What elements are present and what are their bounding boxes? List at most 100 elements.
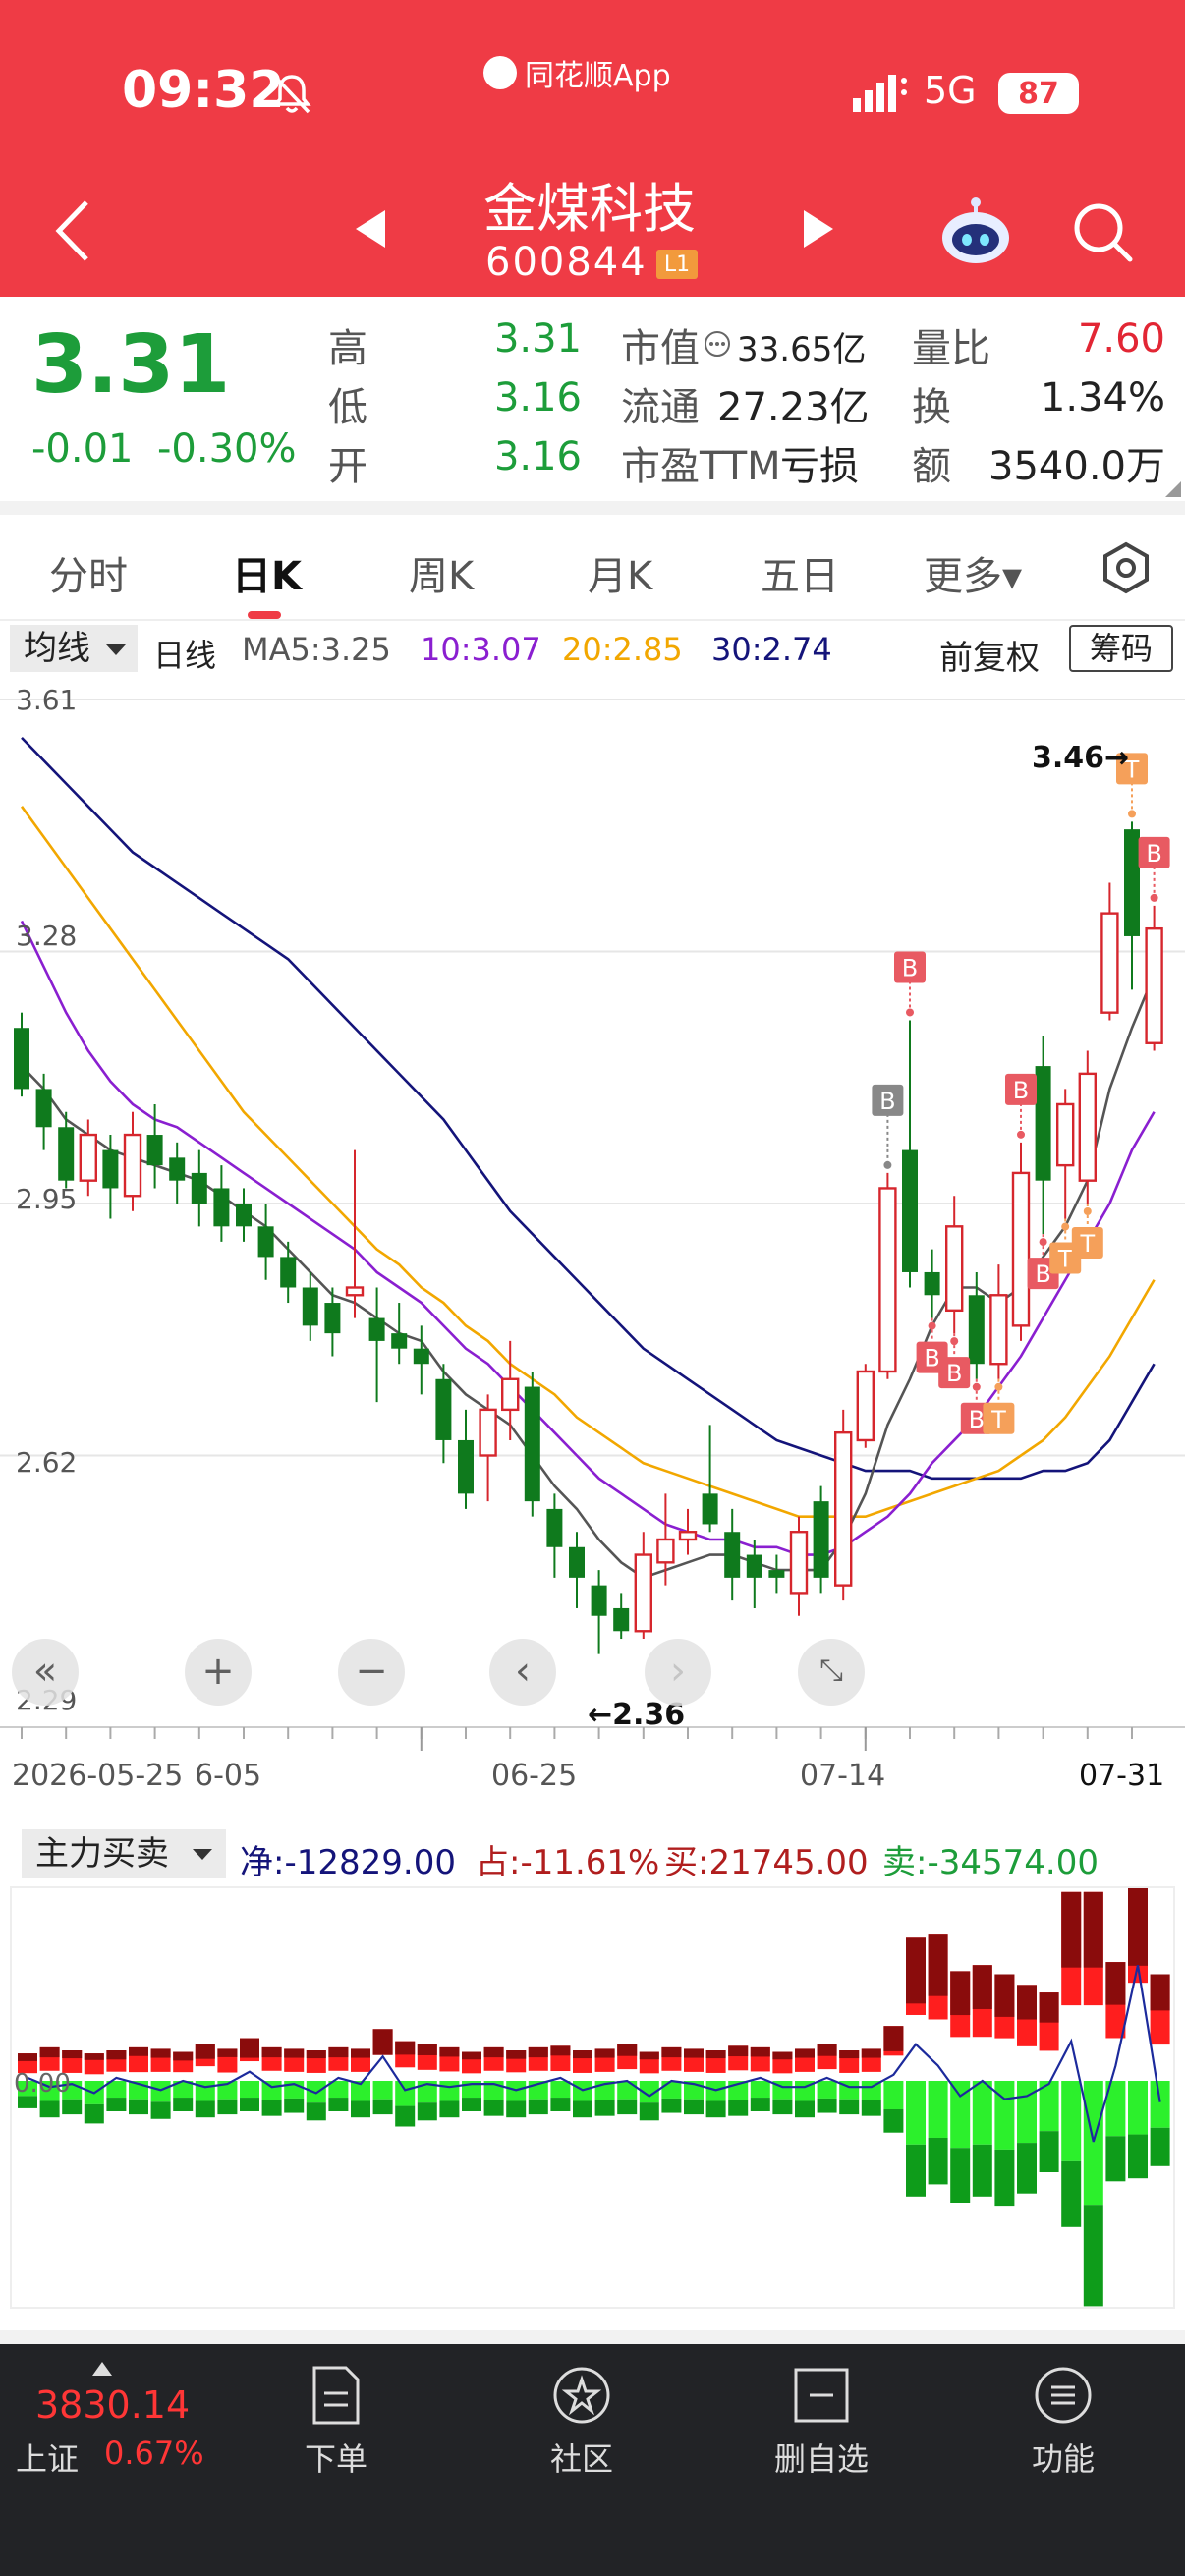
candle-body-down <box>924 1271 940 1296</box>
flow-sell-bar-dark <box>39 2100 60 2118</box>
prev-stock-icon[interactable] <box>350 204 393 253</box>
adjust-mode[interactable]: 前复权 <box>939 631 1040 679</box>
flow-sell-bar-dark <box>173 2098 194 2111</box>
flow-buy-bar-dark <box>883 2026 904 2051</box>
candle-body-down <box>902 1149 918 1272</box>
pe-value: 亏损 <box>780 444 859 489</box>
open-label: 开 <box>328 444 367 489</box>
fullscreen-button[interactable]: ⤡ <box>798 1639 865 1706</box>
flow-sell-bar <box>817 2081 837 2099</box>
flow-sell-bar-dark <box>261 2100 282 2116</box>
signal-dot <box>1017 1130 1025 1139</box>
candle-body-down <box>324 1303 341 1334</box>
last-price: 3.31 <box>31 318 231 412</box>
candle-body-up <box>634 1553 652 1633</box>
index-name: 上证 <box>16 2440 80 2478</box>
signal-dot <box>972 1382 981 1391</box>
candle-body-down <box>413 1348 429 1365</box>
flow-buy-bar-dark <box>62 2050 83 2059</box>
flow-buy-bar-dark <box>1105 1962 1126 2005</box>
flow-svg[interactable] <box>12 1868 1173 2307</box>
scroll-right-button[interactable]: › <box>645 1639 711 1706</box>
zoom-in-button[interactable]: + <box>185 1639 252 1706</box>
nav-functions[interactable]: 功能 <box>994 2364 1132 2480</box>
flow-sell-bar <box>1017 2081 1037 2144</box>
flow-sell-bar <box>150 2081 171 2102</box>
mktcap-value: 33.65亿 <box>737 330 867 369</box>
dropdown-caret-icon <box>193 1849 212 1860</box>
flow-sell-bar-dark <box>950 2148 971 2203</box>
nav-order[interactable]: 下单 <box>267 2364 405 2480</box>
top-bar: 09:32 同花顺App 5G 87 金煤科技 600844 L1 <box>0 0 1185 297</box>
signal-label: B <box>969 1406 985 1433</box>
period-tabs: 分时 日K 周K 月K 五日 更多▾ <box>0 517 1185 621</box>
remove-watchlist-icon <box>794 2368 849 2423</box>
flow-sell-bar-dark <box>240 2098 259 2111</box>
ma30-line <box>21 736 1156 1481</box>
flow-sell-bar-dark <box>839 2099 860 2115</box>
robot-assistant-icon[interactable] <box>937 193 1014 269</box>
amount-value: 3540.0万 <box>988 444 1165 489</box>
tab-more[interactable]: 更多▾ <box>924 544 1022 601</box>
zoom-out-button[interactable]: − <box>338 1639 405 1706</box>
flow-sell-bar <box>1083 2081 1103 2206</box>
signal-label: B <box>879 1088 895 1115</box>
candle-body-up <box>79 1133 98 1182</box>
flow-buy-bar-dark <box>1061 1891 1082 1968</box>
flow-buy-bar-dark <box>351 2048 370 2058</box>
flow-sell-bar <box>617 2081 638 2100</box>
ma5-value: MA5:3.25 <box>242 631 391 668</box>
flow-chart[interactable]: 0.00 <box>10 1868 1175 2309</box>
index-value[interactable]: 3830.14 <box>35 2383 190 2427</box>
flow-sell-bar-dark <box>129 2099 148 2115</box>
flow-buy-bar-dark <box>462 2051 481 2060</box>
signal-dot <box>950 1337 959 1346</box>
flow-sell-bar <box>1128 2081 1148 2135</box>
flow-buy-bar-dark <box>173 2051 194 2061</box>
tab-five-day[interactable]: 五日 <box>761 544 839 601</box>
flow-buy-bar-dark <box>617 2044 638 2056</box>
flow-buy-bar-dark <box>483 2046 504 2058</box>
ma-bar: 均线 日线 MA5:3.25 10:3.07 20:2.85 30:2.74 前… <box>0 625 1185 679</box>
signal-icon <box>853 75 907 112</box>
candle-body-up <box>123 1133 142 1198</box>
nav-community[interactable]: 社区 <box>513 2364 650 2480</box>
settings-hexagon-icon[interactable] <box>1097 538 1156 597</box>
flow-sell-bar-dark <box>817 2098 837 2113</box>
candle-body-down <box>146 1135 163 1166</box>
tab-monthly-k[interactable]: 月K <box>588 544 652 601</box>
price-change: -0.01 <box>31 426 134 472</box>
next-stock-icon[interactable] <box>796 204 839 253</box>
search-icon[interactable] <box>1067 196 1136 265</box>
candle-body-up <box>1145 926 1163 1044</box>
signal-label: B <box>1035 1260 1050 1288</box>
flow-share: 占:-11.61% <box>476 1843 660 1882</box>
signal-label: B <box>1146 840 1161 868</box>
back-arrow-icon[interactable] <box>49 196 96 265</box>
kline-svg[interactable]: BBBBB TBBTTTB <box>0 680 1185 1780</box>
candle-body-down <box>613 1607 630 1632</box>
flow-indicator-dropdown[interactable]: 主力买卖 <box>22 1829 226 1878</box>
kline-chart[interactable]: BBBBBTBBTTTB 3.61 3.28 2.95 2.62 2.29 20… <box>0 680 1185 1793</box>
indicator-dropdown[interactable]: 均线 <box>10 625 138 672</box>
tab-daily-k[interactable]: 日K <box>232 544 302 601</box>
more-info-icon[interactable] <box>704 330 731 358</box>
flow-sell-bar-dark <box>150 2101 171 2119</box>
tab-weekly-k[interactable]: 周K <box>409 544 474 601</box>
candle-body-down <box>236 1204 252 1227</box>
flow-buy-bar-dark <box>528 2046 548 2058</box>
tab-intraday[interactable]: 分时 <box>49 544 128 601</box>
low-label: 低 <box>328 385 367 430</box>
chips-button[interactable]: 筹码 <box>1069 625 1173 672</box>
flow-sell-bar <box>261 2081 282 2100</box>
candle-body-up <box>789 1531 809 1595</box>
flow-sell-bar <box>195 2081 215 2101</box>
scroll-left-fast-button[interactable]: « <box>12 1639 79 1706</box>
nav-remove-watchlist[interactable]: 删自选 <box>753 2364 890 2480</box>
expand-corner-icon[interactable] <box>1165 481 1181 497</box>
flow-sell-bar-dark <box>573 2100 592 2118</box>
candle-body-down <box>768 1570 785 1578</box>
scroll-left-button[interactable]: ‹ <box>489 1639 556 1706</box>
flow-sell-bar-dark <box>284 2098 305 2113</box>
flow-sell-bar-dark <box>1150 2127 1170 2166</box>
